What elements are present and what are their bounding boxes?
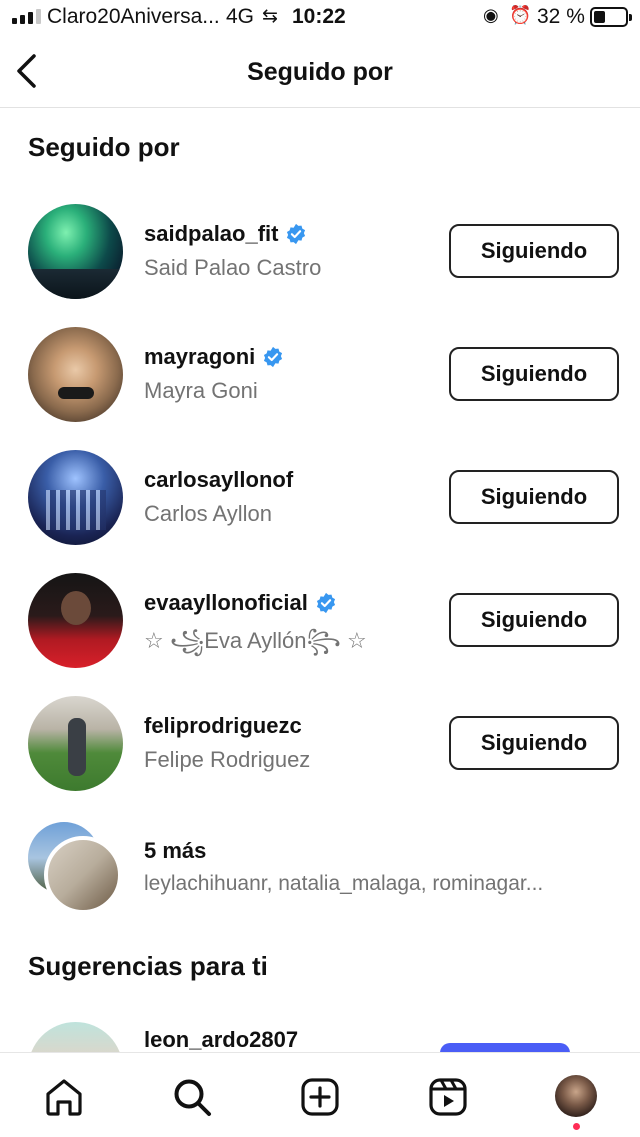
search-icon [174,1079,211,1116]
full-name: Said Palao Castro [144,255,322,280]
full-name: ☆ ꧁Eva Ayllón꧂ ☆ [144,628,367,653]
following-button[interactable]: Siguiendo [449,716,619,770]
full-name: Mayra Goni [144,378,258,403]
username[interactable]: saidpalao_fit [144,221,278,247]
rotation-lock-icon: ◉ [483,5,499,25]
username[interactable]: feliprodriguezc [144,713,302,739]
network-type: 4G [226,5,255,28]
username[interactable]: leon_ardo2807 [144,1027,298,1053]
following-button[interactable]: Siguiendo [449,347,619,401]
more-usernames: leylachihuanr, natalia_malaga, rominagar… [144,872,544,895]
create-icon [301,1078,339,1116]
home-icon [46,1079,82,1116]
battery-percentage: 32 % [537,5,585,28]
verified-badge-icon [264,346,283,368]
page-title: Seguido por [247,58,393,86]
following-button[interactable]: Siguiendo [449,470,619,524]
create-tab[interactable] [298,1075,342,1119]
bottom-tab-bar [0,1052,640,1137]
page-header: Seguido por [0,36,640,108]
full-name: Carlos Ayllon [144,501,272,526]
following-button[interactable]: Siguiendo [449,224,619,278]
carrier-name: Claro20Aniversa... [47,5,220,28]
profile-avatar[interactable] [555,1075,597,1117]
home-tab[interactable] [42,1075,86,1119]
reels-icon [429,1078,467,1116]
avatar[interactable] [28,573,123,668]
reels-tab[interactable] [426,1075,470,1119]
call-forward-icon: ⇆ [262,6,278,27]
status-bar: Claro20Aniversa... 4G ⇆ 10:22 ◉ ⏰ 32 % [0,0,640,36]
avatar[interactable] [28,204,123,299]
signal-strength-icon [12,8,41,24]
status-time: 10:22 [292,5,346,28]
avatar [44,836,122,914]
notification-dot [573,1123,580,1130]
battery-icon [590,7,632,27]
list-item: saidpalao_fit Said Palao Castro Siguiend… [0,204,640,314]
more-count: 5 más [144,838,207,863]
username[interactable]: evaayllonoficial [144,590,308,616]
list-item: carlosayllonof Carlos Ayllon Siguiendo [0,450,640,560]
alarm-icon: ⏰ [509,5,532,25]
avatar[interactable] [28,450,123,545]
full-name: Felipe Rodriguez [144,747,311,772]
avatar[interactable] [28,696,123,791]
verified-badge-icon [287,223,306,245]
list-item: mayragoni Mayra Goni Siguiendo [0,327,640,437]
username[interactable]: mayragoni [144,344,255,370]
list-item: evaayllonoficial ☆ ꧁Eva Ayllón꧂ ☆ Siguie… [0,573,640,683]
search-tab[interactable] [170,1075,214,1119]
following-button[interactable]: Siguiendo [449,593,619,647]
avatar[interactable] [28,327,123,422]
section-title-followed-by: Seguido por [28,132,180,162]
list-item: feliprodriguezc Felipe Rodriguez Siguien… [0,696,640,806]
verified-badge-icon [316,592,335,614]
username[interactable]: carlosayllonof [144,467,293,493]
section-title-suggestions: Sugerencias para ti [28,951,268,981]
more-followers-row[interactable]: 5 más leylachihuanr, natalia_malaga, rom… [0,818,640,918]
